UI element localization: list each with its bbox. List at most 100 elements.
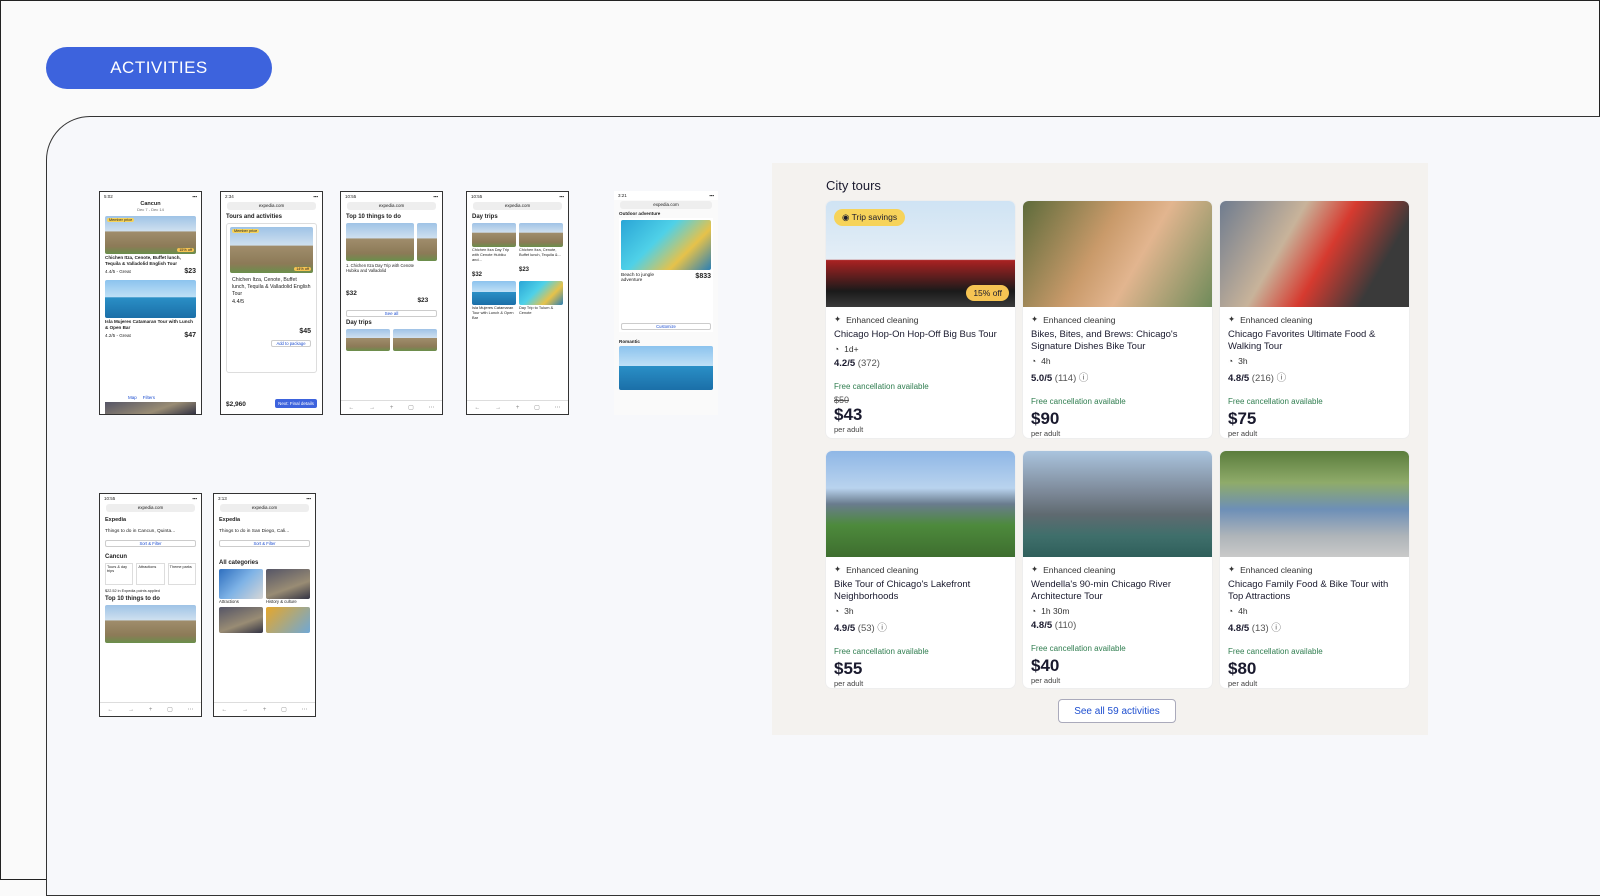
tour-name[interactable]: Wendella's 90-min Chicago River Architec… — [1031, 579, 1204, 603]
info-icon[interactable]: ⓘ — [1271, 623, 1281, 634]
category-card[interactable]: Theme parks — [167, 563, 196, 585]
category-card[interactable]: Tours & day trips — [105, 563, 134, 585]
activity-image[interactable] — [105, 279, 196, 318]
activity-title[interactable]: Beach to jungle adventure — [621, 273, 666, 283]
url-bar[interactable]: expedia.com — [473, 202, 562, 210]
activity-image[interactable] — [472, 223, 516, 247]
activity-image[interactable] — [219, 569, 263, 599]
tour-photo[interactable] — [1220, 451, 1409, 557]
url-bar[interactable]: expedia.com — [227, 202, 316, 210]
activity-title[interactable]: Chichen Itza, Cenote, Buffet lunch, Tequ… — [227, 276, 316, 298]
see-all-button[interactable]: See all — [346, 310, 437, 317]
tabs-icon[interactable]: ▢ — [534, 404, 540, 411]
tour-name[interactable]: Bikes, Bites, and Brews: Chicago's Signa… — [1031, 329, 1204, 353]
info-icon[interactable]: ⓘ — [877, 623, 887, 634]
activity-title[interactable]: Chichen Itza Day Trip with Cenote Hubiku… — [472, 247, 516, 262]
activity-title[interactable]: Day Trip to Tulum & Cenote — [519, 305, 563, 315]
activity-image[interactable] — [393, 329, 437, 351]
tour-photo[interactable] — [1023, 201, 1212, 307]
back-icon[interactable]: ← — [348, 405, 354, 411]
sort-filter-button[interactable]: Sort & Filter — [219, 540, 310, 547]
status-time: 3:13 — [218, 496, 227, 501]
category-label[interactable]: Attractions — [219, 599, 263, 604]
activity-image[interactable] — [621, 219, 711, 270]
more-icon[interactable]: ⋯ — [302, 706, 308, 713]
tour-photo[interactable] — [826, 451, 1015, 557]
activity-image[interactable] — [417, 223, 437, 261]
search-field[interactable]: Things to do in San Diego, Cali... — [214, 527, 315, 536]
category-label[interactable]: History & culture — [266, 599, 310, 604]
activity-image[interactable] — [219, 607, 263, 633]
tour-photo[interactable] — [1023, 451, 1212, 557]
points-toggle[interactable]: $22.52 in Expedia points applied — [100, 585, 201, 593]
map-button[interactable]: Map — [128, 395, 137, 400]
new-tab-icon[interactable]: + — [516, 405, 520, 411]
forward-icon[interactable]: → — [369, 405, 375, 411]
tour-photo[interactable] — [1220, 201, 1409, 307]
search-field[interactable]: Things to do in Cancun, Quinta... — [100, 527, 201, 536]
activity-image[interactable] — [346, 329, 390, 351]
duration-row: ◔ 4h — [1031, 356, 1051, 366]
expedia-logo[interactable]: Expedia — [100, 513, 201, 527]
tour-card[interactable]: ✦ Enhanced cleaning Chicago Family Food &… — [1220, 451, 1409, 688]
tour-name[interactable]: Chicago Hop-On Hop-Off Big Bus Tour — [834, 329, 1007, 341]
back-icon[interactable]: ← — [107, 707, 113, 713]
activity-title[interactable]: 1. Chichen Itza Day Trip with Cenote Hub… — [346, 263, 414, 274]
activity-image[interactable] — [472, 281, 516, 306]
clock-icon: ◔ — [1031, 356, 1037, 366]
expedia-logo[interactable]: Expedia — [214, 513, 315, 527]
back-icon[interactable]: ← — [221, 707, 227, 713]
activity-title[interactable]: Isla Mujeres Catamaran Tour with Lunch &… — [100, 318, 201, 332]
activity-image[interactable] — [105, 605, 196, 643]
more-icon[interactable]: ⋯ — [429, 404, 435, 411]
tour-card[interactable]: ✦ Enhanced cleaning Bikes, Bites, and Bre… — [1023, 201, 1212, 438]
forward-icon[interactable]: → — [495, 405, 501, 411]
tabs-icon[interactable]: ▢ — [167, 706, 173, 713]
tabs-icon[interactable]: ▢ — [408, 404, 414, 411]
category-card[interactable]: Attractions — [136, 563, 165, 585]
back-icon[interactable]: ← — [474, 405, 480, 411]
see-all-activities-button[interactable]: See all 59 activities — [1058, 699, 1176, 723]
activity-image[interactable]: Member price 14% off — [230, 227, 313, 273]
tabs-icon[interactable]: ▢ — [281, 706, 287, 713]
tour-card[interactable]: ◉ Trip savings 15% off ✦ Enhanced cleanin… — [826, 201, 1015, 438]
url-bar[interactable]: expedia.com — [220, 504, 309, 512]
next-button[interactable]: Next: Final details — [275, 399, 317, 408]
activity-image[interactable] — [519, 223, 563, 247]
info-icon[interactable]: ⓘ — [1079, 373, 1089, 384]
activity-image[interactable]: Member price 15% off — [105, 216, 196, 254]
tour-name[interactable]: Chicago Family Food & Bike Tour with Top… — [1228, 579, 1401, 603]
info-icon[interactable]: ⓘ — [1277, 373, 1287, 384]
activity-image[interactable] — [346, 223, 415, 261]
activity-image[interactable] — [519, 281, 563, 306]
url-bar[interactable]: expedia.com — [347, 202, 436, 210]
activity-title[interactable]: Isla Mujeres Catamaran Tour with Lunch &… — [472, 305, 516, 320]
forward-icon[interactable]: → — [128, 707, 134, 713]
tour-rating: 4.8/5 (216) ⓘ — [1228, 373, 1287, 384]
url-bar[interactable]: expedia.com — [620, 201, 712, 209]
customize-button[interactable]: Customize — [621, 322, 711, 330]
url-bar[interactable]: expedia.com — [106, 504, 195, 512]
more-icon[interactable]: ⋯ — [555, 404, 561, 411]
filters-button[interactable]: Filters — [143, 395, 155, 400]
tour-card[interactable]: ✦ Enhanced cleaning Bike Tour of Chicago'… — [826, 451, 1015, 688]
more-icon[interactable]: ⋯ — [188, 706, 194, 713]
forward-icon[interactable]: → — [242, 707, 248, 713]
discount-badge: 15% off — [966, 285, 1009, 301]
activities-button[interactable]: ACTIVITIES — [46, 47, 272, 89]
new-tab-icon[interactable]: + — [149, 707, 153, 713]
tour-card[interactable]: ✦ Enhanced cleaning Chicago Favorites Ult… — [1220, 201, 1409, 438]
tour-card[interactable]: ✦ Enhanced cleaning Wendella's 90-min Chi… — [1023, 451, 1212, 688]
activity-image[interactable] — [619, 345, 713, 390]
sort-filter-button[interactable]: Sort & Filter — [105, 540, 196, 547]
add-to-package-button[interactable]: Add to package — [271, 340, 311, 348]
activity-image[interactable] — [266, 607, 310, 633]
tour-name[interactable]: Bike Tour of Chicago's Lakefront Neighbo… — [834, 579, 1007, 603]
activity-image[interactable] — [266, 569, 310, 599]
new-tab-icon[interactable]: + — [390, 405, 394, 411]
activity-title[interactable]: Chichen Itza, Cenote, Buffet lunch, Tequ… — [519, 247, 563, 257]
tour-name[interactable]: Chicago Favorites Ultimate Food & Walkin… — [1228, 329, 1401, 353]
new-tab-icon[interactable]: + — [263, 707, 267, 713]
tour-photo[interactable]: ◉ Trip savings 15% off — [826, 201, 1015, 307]
activity-title[interactable]: Chichen Itza, Cenote, Buffet lunch, Tequ… — [100, 254, 201, 268]
